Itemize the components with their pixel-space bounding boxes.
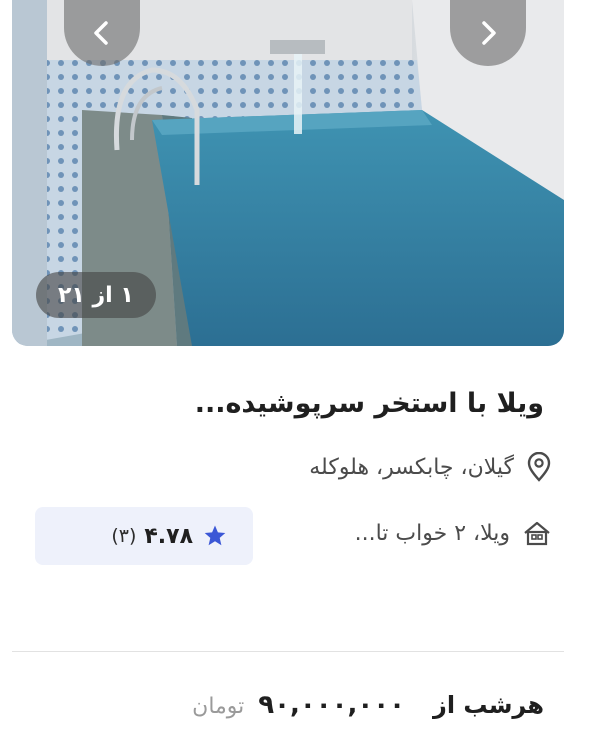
house-icon [524, 521, 550, 546]
price-prefix: هرشب از [433, 691, 544, 719]
price-row: هرشب از ۹۰,۰۰۰,۰۰۰ تومان [192, 690, 544, 720]
price-currency: تومان [192, 694, 245, 719]
review-count: (۳) [111, 525, 137, 547]
rating-score: ۴.۷۸ [144, 523, 193, 549]
listing-photo-gallery[interactable]: ۱ از ۲۱ [12, 0, 564, 346]
property-specs-text: ویلا، ۲ خواب تا... [354, 520, 510, 546]
location-pin-icon [527, 452, 551, 482]
photo-counter: ۱ از ۲۱ [36, 272, 156, 318]
location-row: گیلان، چابکسر، هلوکله [309, 452, 552, 482]
chevron-left-icon [94, 21, 108, 45]
location-text: گیلان، چابکسر، هلوکله [309, 454, 514, 480]
star-icon [204, 525, 226, 546]
listing-card[interactable]: ۱ از ۲۱ ویلا با استخر سرپوشیده... گیلان،… [0, 0, 597, 750]
rating-badge: (۳) ۴.۷۸ [35, 507, 253, 565]
listing-title[interactable]: ویلا با استخر سرپوشیده... [195, 388, 544, 419]
section-divider [12, 651, 564, 652]
property-specs-row: ویلا، ۲ خواب تا... [355, 520, 552, 546]
chevron-right-icon [482, 21, 496, 45]
price-amount: ۹۰,۰۰۰,۰۰۰ [258, 690, 406, 720]
